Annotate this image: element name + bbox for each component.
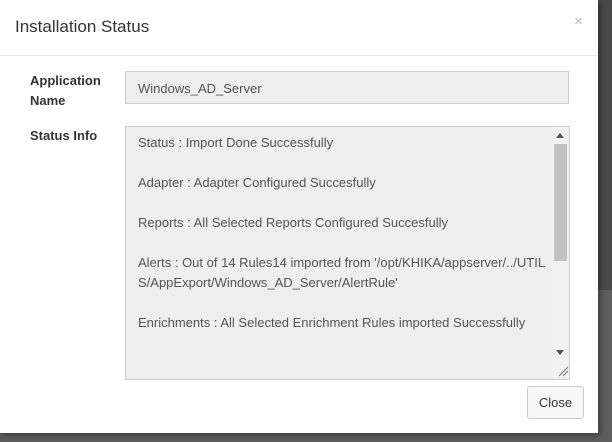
scrollbar-thumb[interactable] [554, 144, 567, 261]
scroll-down-arrow-icon[interactable] [556, 350, 564, 355]
installation-status-modal: Installation Status × Application Name W… [0, 0, 598, 433]
close-icon[interactable]: × [574, 13, 583, 30]
application-name-field[interactable]: Windows_AD_Server [125, 71, 569, 104]
scroll-up-arrow-icon[interactable] [556, 133, 564, 138]
resize-grip-icon[interactable] [557, 365, 569, 377]
status-info-label: Status Info [30, 128, 98, 143]
reports-line: Reports : All Selected Reports Configure… [138, 215, 448, 230]
enrichments-line: Enrichments : All Selected Enrichment Ru… [138, 315, 526, 330]
status-line: Status : Import Done Successfully [138, 135, 334, 150]
background-page-strip [598, 0, 612, 290]
modal-header: Installation Status × [0, 0, 598, 56]
modal-title: Installation Status [15, 17, 150, 36]
adapter-line: Adapter : Adapter Configured Succesfully [138, 175, 376, 190]
application-name-label: Application Name [30, 73, 101, 108]
close-button[interactable]: Close [527, 386, 584, 419]
status-info-textarea[interactable]: Status : Import Done Successfully Adapte… [125, 126, 570, 380]
vertical-scrollbar[interactable] [552, 127, 569, 379]
status-info-text: Status : Import Done Successfully Adapte… [138, 133, 548, 353]
alerts-line: Alerts : Out of 14 Rules14 imported from… [138, 255, 546, 290]
